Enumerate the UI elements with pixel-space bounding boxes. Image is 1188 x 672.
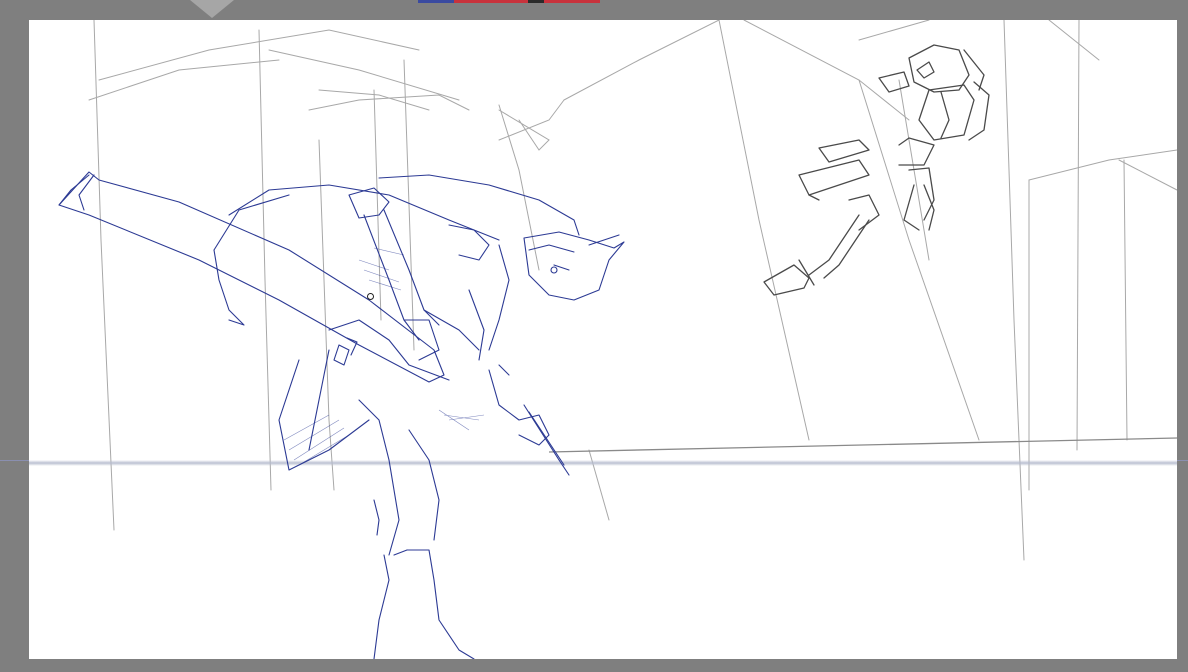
color-swatch[interactable] (528, 0, 544, 3)
color-strip (418, 0, 600, 3)
sword-character-sketch (58, 171, 625, 659)
panel-collapse-notch-icon[interactable] (190, 0, 234, 18)
workspace[interactable] (0, 0, 1188, 672)
color-swatch[interactable] (544, 0, 600, 3)
color-swatch[interactable] (418, 0, 454, 3)
horizon-guide-extension-left (0, 460, 29, 461)
color-swatch[interactable] (454, 0, 528, 3)
drawing-canvas[interactable] (29, 20, 1177, 659)
brush-cursor-icon (367, 293, 374, 300)
horizon-guide-extension-right (1177, 460, 1188, 461)
